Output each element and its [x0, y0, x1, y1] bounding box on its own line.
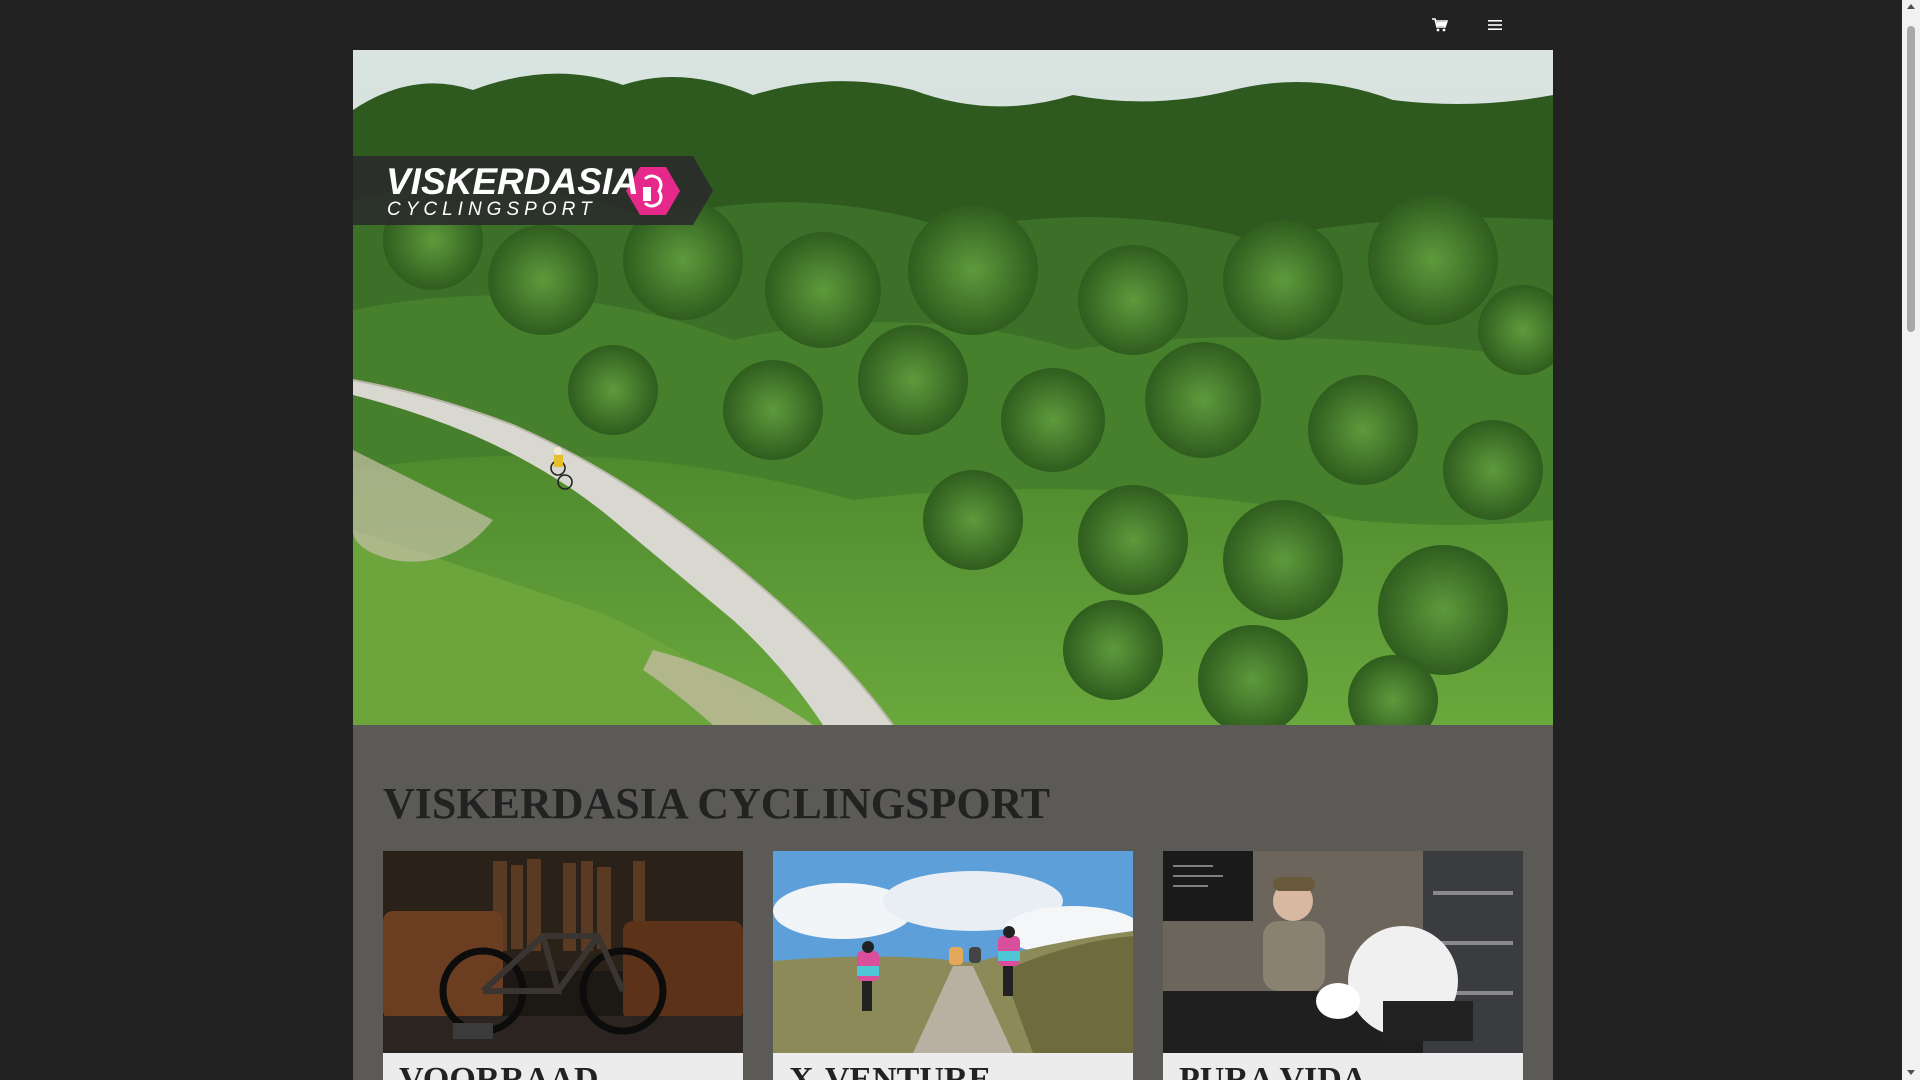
scroll-up-arrow-icon[interactable]	[1907, 4, 1915, 9]
card-image-voorraad	[383, 851, 743, 1053]
card-image-pura-vida	[1163, 851, 1523, 1053]
top-navigation-bar	[0, 0, 1920, 50]
page-title: VISKERDASIA CYCLINGSPORT	[383, 779, 1051, 828]
menu-button[interactable]	[1483, 14, 1507, 36]
cart-icon	[1432, 18, 1448, 32]
card-voorraad[interactable]: VOORRAAD	[383, 851, 743, 1080]
card-pura-vida[interactable]: PURA VIDA	[1163, 851, 1523, 1080]
page-scrollbar[interactable]	[1902, 0, 1920, 1080]
hamburger-menu-icon	[1488, 20, 1502, 30]
scrollbar-thumb[interactable]	[1907, 26, 1915, 332]
main-content: VISKERDASIA CYCLINGSPORT VOORRAAD X-VENT…	[353, 725, 1553, 1080]
card-title-x-venture: X-VENTURE	[789, 1061, 992, 1080]
card-x-venture[interactable]: X-VENTURE	[773, 851, 1133, 1080]
logo-tagline: CYCLINGSPORT	[387, 199, 597, 220]
logo-wordmark: VISKERDASIA	[386, 161, 639, 202]
cart-button[interactable]	[1428, 14, 1452, 36]
card-title-pura-vida: PURA VIDA	[1179, 1061, 1367, 1080]
hero-image	[353, 50, 1553, 725]
scroll-down-arrow-icon[interactable]	[1907, 1070, 1915, 1075]
card-image-x-venture	[773, 851, 1133, 1053]
site-logo[interactable]: VISKERDASIA CYCLINGSPORT	[353, 156, 713, 225]
card-title-voorraad: VOORRAAD	[399, 1061, 599, 1080]
